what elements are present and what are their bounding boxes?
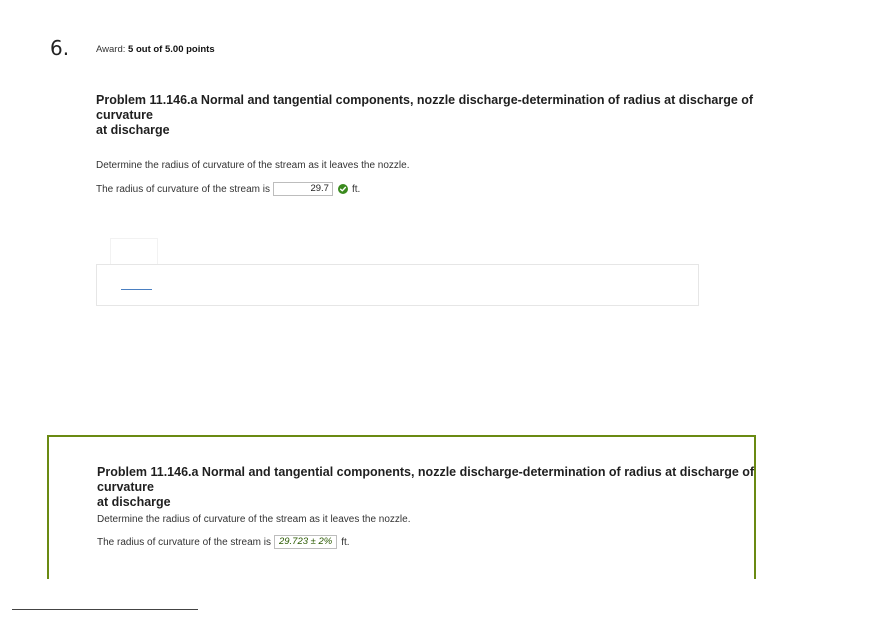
- problem-title-line2: at discharge: [96, 123, 170, 137]
- hint-tab[interactable]: [110, 238, 158, 266]
- hint-panel: [96, 264, 699, 306]
- solution-title: Problem 11.146.a Normal and tangential c…: [97, 465, 757, 510]
- bottom-divider: [12, 609, 198, 610]
- answer-row: The radius of curvature of the stream is…: [96, 182, 360, 196]
- solution-title-line1: Problem 11.146.a Normal and tangential c…: [97, 465, 755, 494]
- hint-link[interactable]: [121, 289, 152, 290]
- solution-prompt: Determine the radius of curvature of the…: [97, 514, 411, 525]
- award-label: Award:: [96, 44, 126, 55]
- problem-prompt: Determine the radius of curvature of the…: [96, 160, 410, 171]
- solution-panel: Problem 11.146.a Normal and tangential c…: [47, 435, 756, 579]
- solution-answer-row: The radius of curvature of the stream is…: [97, 535, 350, 549]
- problem-title-line1: Problem 11.146.a Normal and tangential c…: [96, 93, 754, 122]
- check-circle-icon: [337, 184, 348, 194]
- solution-answer-label: The radius of curvature of the stream is: [97, 536, 271, 548]
- solution-title-line2: at discharge: [97, 495, 171, 509]
- solution-answer-value: 29.723 ± 2%: [273, 535, 338, 549]
- answer-field[interactable]: 29.7: [272, 182, 333, 196]
- award-line: Award: 5 out of 5.00 points: [96, 44, 215, 55]
- question-number: 6.: [50, 36, 70, 60]
- solution-answer-unit: ft.: [341, 536, 350, 548]
- problem-title: Problem 11.146.a Normal and tangential c…: [96, 93, 756, 138]
- answer-unit: ft.: [351, 183, 361, 195]
- award-value: 5 out of 5.00 points: [128, 44, 215, 55]
- answer-label: The radius of curvature of the stream is: [96, 183, 270, 195]
